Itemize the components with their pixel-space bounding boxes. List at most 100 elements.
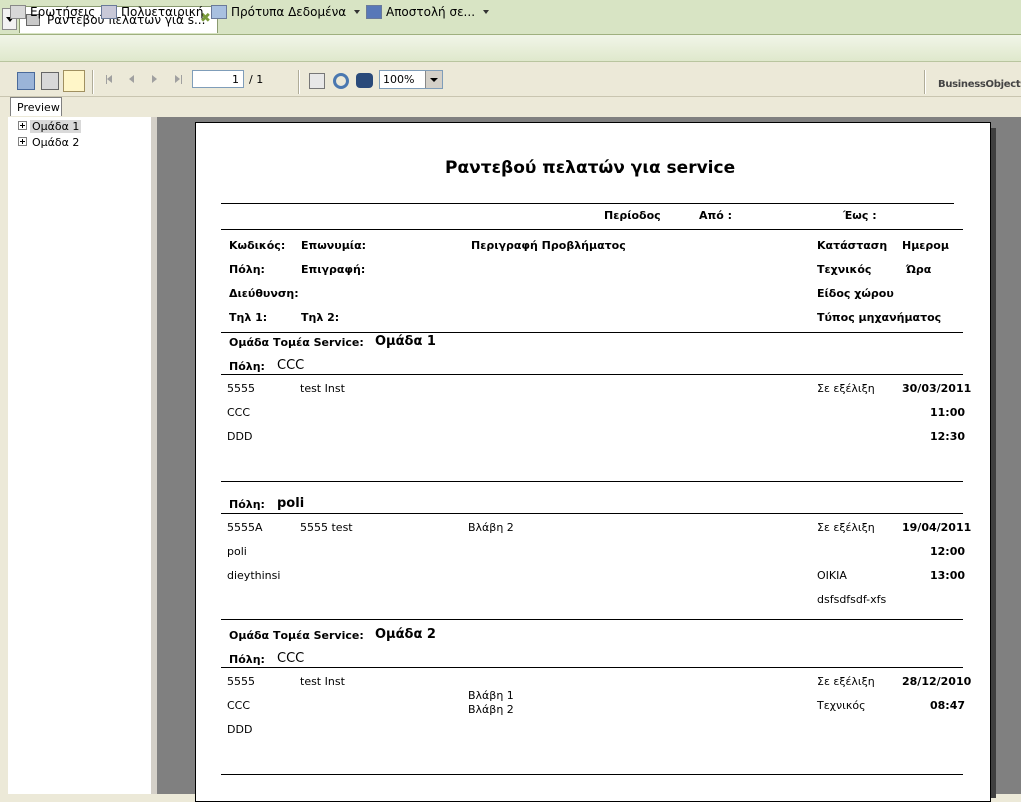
group-label: Ομάδα Τομέα Service: (229, 336, 364, 349)
record-machine-type: dsfsdfsdf-xfs (817, 593, 887, 606)
record-date: 28/12/2010 (902, 675, 972, 688)
divider (221, 774, 963, 775)
header-tel1: Τηλ 1: (229, 311, 268, 324)
divider (221, 229, 963, 230)
stop-icon[interactable] (309, 73, 325, 89)
export-icon[interactable] (17, 72, 35, 90)
header-tel2: Τηλ 2: (301, 311, 340, 324)
queries-menu-button[interactable]: Ερωτήσεις (10, 5, 95, 23)
record-space-type: OIKIA (817, 569, 847, 582)
record-technician: Τεχνικός (817, 699, 866, 712)
previous-page-icon[interactable] (129, 75, 134, 83)
chevron-down-icon[interactable] (425, 71, 442, 88)
report-title: Ραντεβού πελατών για service (445, 158, 736, 178)
divider (221, 481, 963, 482)
toolbar-separator (924, 70, 926, 94)
record-surname: test Inst (300, 675, 345, 688)
group-name: Ομάδα 1 (375, 334, 436, 349)
header-machine-type: Τύπος μηχανήματος (817, 311, 942, 324)
send-to-menu-button[interactable]: Αποστολή σε... (366, 5, 490, 23)
preview-tab[interactable]: Preview (10, 97, 62, 116)
divider (221, 513, 963, 514)
businessobjects-logo: BusinessObjects (938, 79, 1021, 90)
page-number-input[interactable] (192, 70, 244, 88)
record-city: poli (227, 545, 247, 558)
send-to-menu-label: Αποστολή σε... (386, 5, 476, 19)
data-templates-menu-button[interactable]: Πρότυπα Δεδομένα (211, 5, 361, 23)
city-name: poli (277, 496, 305, 511)
record-code: 5555 (227, 382, 255, 395)
multicompany-menu-label: Πολυεταιρική (121, 5, 204, 19)
header-problem: Περιγραφή Προβλήματος (471, 239, 626, 252)
data-templates-menu-label: Πρότυπα Δεδομένα (231, 5, 347, 19)
record-status: Σε εξέλιξη (817, 382, 875, 395)
last-page-bar (181, 75, 182, 84)
divider (221, 374, 963, 375)
city-label: Πόλη: (229, 653, 265, 666)
refresh-icon[interactable] (333, 73, 349, 89)
last-page-icon[interactable] (175, 75, 180, 83)
record-time-start: 08:47 (930, 699, 966, 712)
record-problem: Βλάβη 2 (468, 521, 514, 534)
record-city: CCC (227, 406, 251, 419)
printer-icon (10, 5, 26, 19)
record-code: 5555 (227, 675, 255, 688)
divider (221, 332, 963, 333)
record-city: CCC (227, 699, 251, 712)
report-page: Ραντεβού πελατών για service Περίοδος Απ… (195, 122, 991, 802)
record-date: 19/04/2011 (902, 521, 972, 534)
record-problem: Βλάβη 2 (468, 703, 514, 716)
header-surname: Επωνυμία: (301, 239, 367, 252)
header-space-type: Είδος χώρου (817, 287, 894, 300)
city-name: CCC (277, 358, 305, 373)
zoom-value: 100% (383, 73, 415, 86)
table-icon (211, 5, 227, 19)
city-label: Πόλη: (229, 360, 265, 373)
preview-tab-label: Preview (17, 101, 60, 114)
divider (221, 667, 963, 668)
chevron-down-icon (354, 10, 361, 14)
group-tree-panel: Ομάδα 1 Ομάδα 2 (8, 117, 152, 794)
page-total: / 1 (249, 73, 264, 86)
header-address: Διεύθυνση: (229, 287, 299, 300)
record-surname: 5555 test (300, 521, 353, 534)
header-status: Κατάσταση (817, 239, 888, 252)
record-address: DDD (227, 430, 253, 443)
tree-node-group-2[interactable]: Ομάδα 2 (18, 136, 81, 149)
divider (221, 203, 954, 204)
period-to-label: Έως : (843, 209, 877, 222)
tree-node-label: Ομάδα 1 (30, 120, 82, 133)
zoom-select[interactable]: 100% (379, 70, 443, 89)
header-time: Ώρα (906, 263, 932, 276)
binoculars-search-icon[interactable] (356, 73, 373, 88)
next-page-icon[interactable] (152, 75, 157, 83)
header-city: Πόλη: (229, 263, 265, 276)
toolbar-separator (92, 70, 94, 94)
record-surname: test Inst (300, 382, 345, 395)
record-code: 5555A (227, 521, 263, 534)
queries-menu-label: Ερωτήσεις (30, 5, 96, 19)
period-from-label: Από : (699, 209, 732, 222)
print-icon[interactable] (41, 72, 59, 90)
tree-node-group-1[interactable]: Ομάδα 1 (18, 120, 82, 133)
tree-node-label: Ομάδα 2 (32, 136, 80, 149)
group-tree-toggle-icon[interactable] (63, 70, 85, 92)
buildings-icon (101, 5, 117, 19)
menu-toolbar (0, 35, 1021, 62)
record-address: dieythinsi (227, 569, 281, 582)
city-name: CCC (277, 651, 305, 666)
expand-icon[interactable] (18, 121, 27, 130)
page-shadow (991, 128, 996, 798)
group-label: Ομάδα Τομέα Service: (229, 629, 364, 642)
first-page-icon[interactable] (107, 75, 112, 83)
record-date: 30/03/2011 (902, 382, 972, 395)
group-name: Ομάδα 2 (375, 627, 436, 642)
monitor-send-icon (366, 5, 382, 19)
header-title: Επιγραφή: (301, 263, 366, 276)
multicompany-menu-button[interactable]: Πολυεταιρική (101, 5, 203, 23)
toolbar-separator (298, 70, 300, 94)
expand-icon[interactable] (18, 137, 27, 146)
record-time-start: 11:00 (930, 406, 966, 419)
record-status: Σε εξέλιξη (817, 675, 875, 688)
record-time-end: 12:30 (930, 430, 966, 443)
